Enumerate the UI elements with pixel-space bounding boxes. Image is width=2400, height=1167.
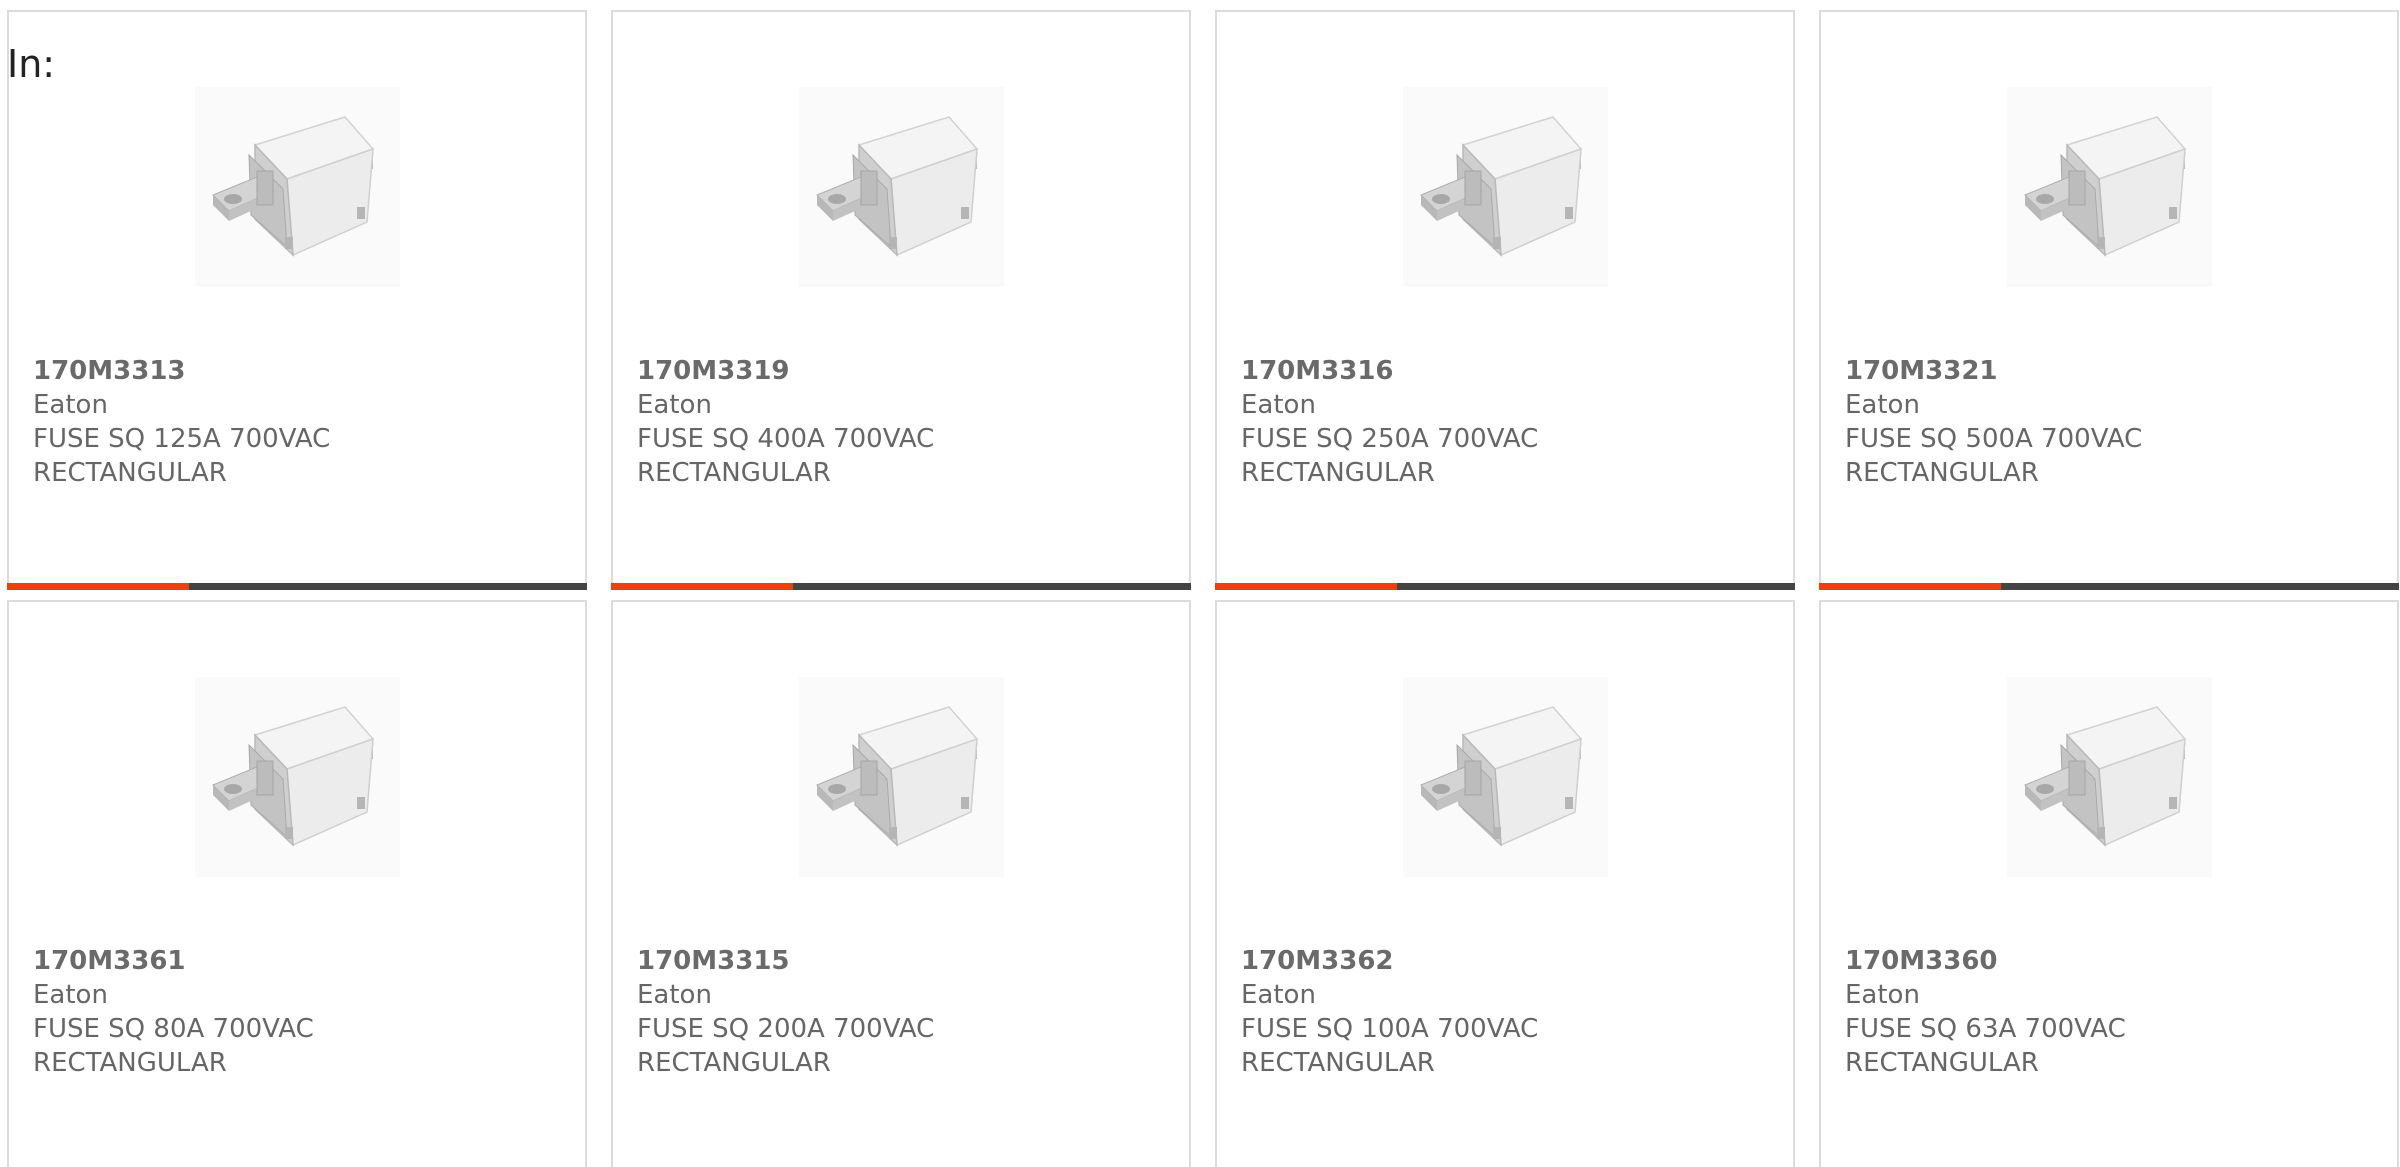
product-card[interactable]: 170M3321 Eaton FUSE SQ 500A 700VAC RECTA… [1819,10,2399,590]
description-line-2: RECTANGULAR [1845,1048,2039,1078]
product-info: 170M3313 Eaton FUSE SQ 125A 700VAC RECTA… [33,354,330,490]
manufacturer: Eaton [1241,980,1316,1010]
manufacturer: Eaton [33,980,108,1010]
part-number[interactable]: 170M3321 [1845,354,2142,388]
manufacturer: Eaton [1845,390,1920,420]
product-grid: 170M3313 Eaton FUSE SQ 125A 700VAC RECTA… [7,10,2399,1167]
manufacturer: Eaton [637,980,712,1010]
description-line-1: FUSE SQ 500A 700VAC [1845,424,2143,454]
product-card[interactable]: 170M3319 Eaton FUSE SQ 400A 700VAC RECTA… [611,10,1191,590]
fuse-product-image[interactable] [195,87,400,287]
description-line-2: RECTANGULAR [1241,1048,1435,1078]
product-card[interactable]: 170M3316 Eaton FUSE SQ 250A 700VAC RECTA… [1215,10,1795,590]
card-accent-bar [1819,583,2001,590]
description-line-2: RECTANGULAR [1845,458,2039,488]
product-info: 170M3315 Eaton FUSE SQ 200A 700VAC RECTA… [637,944,934,1080]
description-line-2: RECTANGULAR [1241,458,1435,488]
card-footer-bar [1819,583,2399,590]
card-accent-bar [7,583,189,590]
product-info: 170M3321 Eaton FUSE SQ 500A 700VAC RECTA… [1845,354,2142,490]
product-info: 170M3316 Eaton FUSE SQ 250A 700VAC RECTA… [1241,354,1538,490]
product-card[interactable]: 170M3362 Eaton FUSE SQ 100A 700VAC RECTA… [1215,600,1795,1167]
description-line-2: RECTANGULAR [33,1048,227,1078]
fuse-product-image[interactable] [1403,87,1608,287]
part-number[interactable]: 170M3315 [637,944,934,978]
description-line-2: RECTANGULAR [33,458,227,488]
fuse-product-image[interactable] [2007,677,2212,877]
card-accent-bar [1215,583,1397,590]
product-results-page: In: 170M3313 Eaton FUSE SQ 125A 700VAC R… [0,0,2400,1167]
part-number[interactable]: 170M3361 [33,944,314,978]
product-info: 170M3361 Eaton FUSE SQ 80A 700VAC RECTAN… [33,944,314,1080]
fuse-product-image[interactable] [1403,677,1608,877]
part-number[interactable]: 170M3319 [637,354,934,388]
card-footer-bar [611,583,1191,590]
part-number[interactable]: 170M3316 [1241,354,1538,388]
manufacturer: Eaton [1845,980,1920,1010]
product-card[interactable]: 170M3360 Eaton FUSE SQ 63A 700VAC RECTAN… [1819,600,2399,1167]
description-line-2: RECTANGULAR [637,458,831,488]
card-footer-bar [7,583,587,590]
manufacturer: Eaton [1241,390,1316,420]
part-number[interactable]: 170M3313 [33,354,330,388]
fuse-product-image[interactable] [799,677,1004,877]
manufacturer: Eaton [637,390,712,420]
fuse-product-image[interactable] [2007,87,2212,287]
description-line-1: FUSE SQ 125A 700VAC [33,424,331,454]
product-card[interactable]: 170M3315 Eaton FUSE SQ 200A 700VAC RECTA… [611,600,1191,1167]
description-line-1: FUSE SQ 63A 700VAC [1845,1014,2126,1044]
product-info: 170M3319 Eaton FUSE SQ 400A 700VAC RECTA… [637,354,934,490]
description-line-1: FUSE SQ 100A 700VAC [1241,1014,1539,1044]
manufacturer: Eaton [33,390,108,420]
fuse-product-image[interactable] [799,87,1004,287]
description-line-1: FUSE SQ 400A 700VAC [637,424,935,454]
product-card[interactable]: 170M3361 Eaton FUSE SQ 80A 700VAC RECTAN… [7,600,587,1167]
product-info: 170M3360 Eaton FUSE SQ 63A 700VAC RECTAN… [1845,944,2126,1080]
card-accent-bar [611,583,793,590]
description-line-1: FUSE SQ 80A 700VAC [33,1014,314,1044]
part-number[interactable]: 170M3360 [1845,944,2126,978]
card-footer-bar [1215,583,1795,590]
in-label: In: [7,42,56,86]
part-number[interactable]: 170M3362 [1241,944,1538,978]
description-line-1: FUSE SQ 200A 700VAC [637,1014,935,1044]
description-line-2: RECTANGULAR [637,1048,831,1078]
product-info: 170M3362 Eaton FUSE SQ 100A 700VAC RECTA… [1241,944,1538,1080]
description-line-1: FUSE SQ 250A 700VAC [1241,424,1539,454]
fuse-product-image[interactable] [195,677,400,877]
product-card[interactable]: 170M3313 Eaton FUSE SQ 125A 700VAC RECTA… [7,10,587,590]
